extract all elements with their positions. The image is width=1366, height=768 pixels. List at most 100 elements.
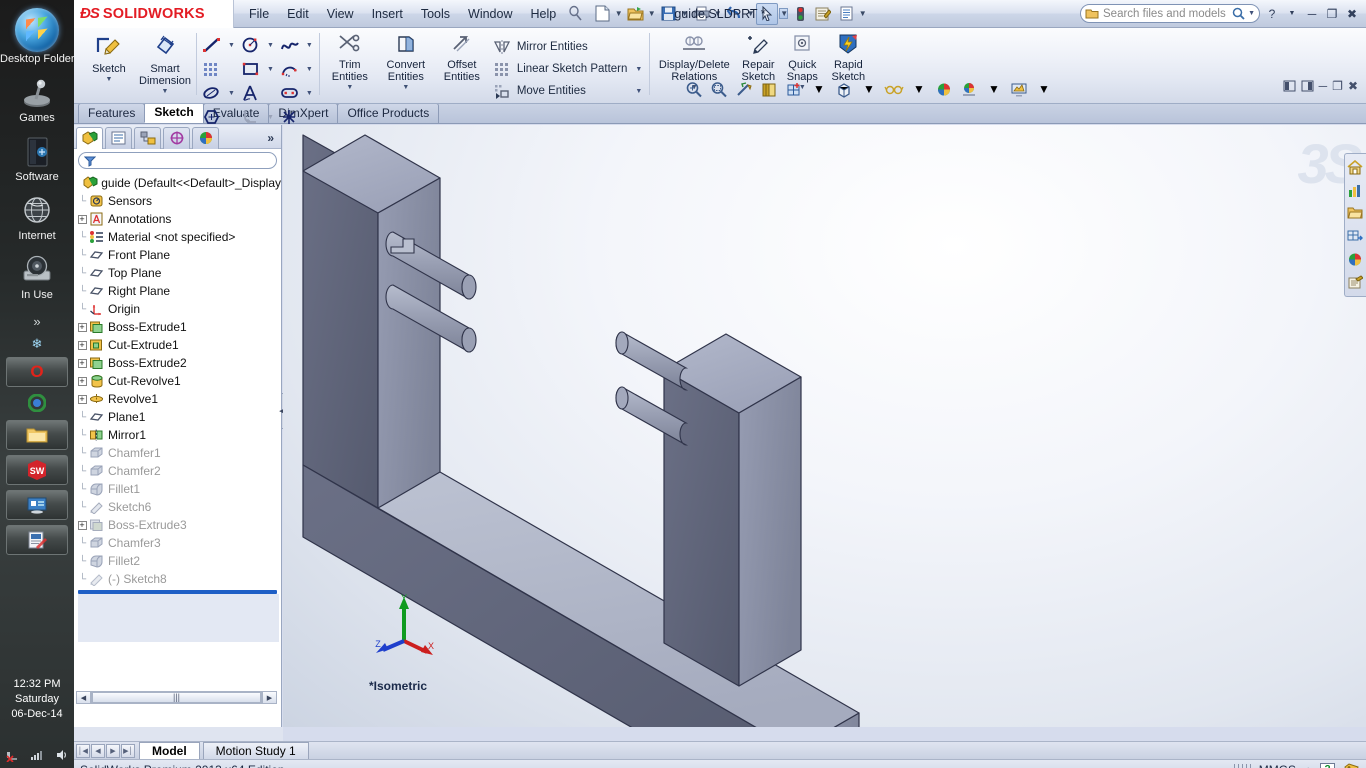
- new-document-dropdown-icon[interactable]: ▼: [614, 9, 623, 18]
- signal-bars-icon[interactable]: [30, 749, 44, 761]
- desktop-item-software[interactable]: Software: [0, 134, 74, 183]
- tree-expander[interactable]: +: [76, 322, 88, 333]
- menu-insert[interactable]: Insert: [363, 3, 412, 25]
- linear-sketch-pattern-row[interactable]: Linear Sketch Pattern ▼: [490, 58, 647, 80]
- search-input[interactable]: Search files and models ▼: [1080, 4, 1260, 23]
- tree-item-annotations[interactable]: + Annotations: [76, 210, 281, 228]
- last-tab-button[interactable]: ▶│: [121, 743, 135, 758]
- dimxpert-manager-tab[interactable]: [163, 126, 190, 149]
- tree-item-cut-extrude1[interactable]: + Cut-Extrude1: [76, 336, 281, 354]
- section-view-icon[interactable]: [757, 78, 781, 100]
- circle-dropdown-icon[interactable]: ▼: [264, 42, 277, 49]
- rectangle-tool[interactable]: ▼: [238, 58, 277, 80]
- tab-features[interactable]: Features: [78, 103, 146, 123]
- sketch-text-tool[interactable]: [238, 82, 277, 104]
- next-tab-button[interactable]: ▶: [106, 743, 120, 758]
- configuration-manager-tab[interactable]: [134, 126, 161, 149]
- circle-tool[interactable]: ▼: [238, 34, 277, 56]
- undo-dropdown-icon[interactable]: ▼: [746, 9, 755, 18]
- edit-appearance-icon[interactable]: [932, 78, 956, 100]
- view-orientation-icon[interactable]: [782, 78, 806, 100]
- solidworks-resources-icon[interactable]: [1345, 156, 1365, 178]
- spline-dropdown-icon[interactable]: ▼: [303, 42, 316, 49]
- guide-part-3d-model[interactable]: [283, 125, 1366, 727]
- chrome-taskbar-icon[interactable]: [0, 393, 74, 415]
- menu-help[interactable]: Help: [522, 3, 566, 25]
- expand-plus-icon[interactable]: +: [77, 322, 87, 332]
- tree-item-chamfer2[interactable]: └ Chamfer2: [76, 462, 281, 480]
- scroll-right-arrow-icon[interactable]: ▶: [262, 691, 277, 704]
- open-document-dropdown-icon[interactable]: ▼: [647, 9, 656, 18]
- display-style-icon[interactable]: [832, 78, 856, 100]
- expand-plus-icon[interactable]: +: [77, 340, 87, 350]
- rectangle-dropdown-icon[interactable]: ▼: [264, 66, 277, 73]
- tree-item-root[interactable]: guide (Default<<Default>_Display: [76, 174, 281, 192]
- apply-scene-icon[interactable]: [957, 78, 981, 100]
- trim-entities-button[interactable]: Trim Entities ▼: [322, 30, 378, 91]
- desktop-item-internet[interactable]: Internet: [0, 193, 74, 242]
- presentation-taskbar-icon[interactable]: [6, 490, 68, 520]
- scrollbar-thumb[interactable]: |||: [92, 692, 261, 703]
- line-dropdown-icon[interactable]: ▼: [225, 42, 238, 49]
- sketch-button-caret-icon[interactable]: ▼: [81, 76, 137, 83]
- tree-item-sketch8[interactable]: └ (-) Sketch8: [76, 570, 281, 588]
- convert-entities-button[interactable]: Convert Entities ▼: [378, 30, 434, 91]
- expand-plus-icon[interactable]: +: [77, 394, 87, 404]
- tree-expander[interactable]: +: [76, 520, 88, 531]
- line-tool[interactable]: ▼: [199, 34, 238, 56]
- ellipse-tool[interactable]: ▼: [199, 82, 238, 104]
- select-arrow-icon[interactable]: [756, 2, 779, 25]
- tab-model[interactable]: Model: [139, 741, 200, 760]
- trim-entities-caret-icon[interactable]: ▼: [322, 84, 378, 91]
- menu-window[interactable]: Window: [459, 3, 521, 25]
- save-icon[interactable]: [657, 3, 679, 25]
- tree-expander[interactable]: +: [76, 376, 88, 387]
- tree-expander[interactable]: +: [76, 358, 88, 369]
- tree-item-fillet2[interactable]: └ Fillet2: [76, 552, 281, 570]
- dock-expand-chevron-icon[interactable]: »: [0, 315, 74, 328]
- search-icon[interactable]: [1232, 7, 1245, 20]
- repair-sketch-button[interactable]: Repair Sketch: [736, 30, 780, 83]
- display-style-dropdown-icon[interactable]: ▼: [857, 78, 881, 100]
- opera-taskbar-icon[interactable]: O: [6, 357, 68, 387]
- feature-tree-horizontal-scrollbar[interactable]: ◀ ||| ▶: [76, 690, 277, 705]
- print-icon[interactable]: [690, 3, 712, 25]
- new-document-icon[interactable]: [591, 3, 613, 25]
- options-icon[interactable]: [812, 3, 834, 25]
- feature-tree-tab[interactable]: [76, 126, 103, 149]
- hide-show-items-dropdown-icon[interactable]: ▼: [907, 78, 931, 100]
- select-dropdown-icon[interactable]: ▼: [779, 8, 789, 19]
- tree-item-chamfer3[interactable]: └ Chamfer3: [76, 534, 281, 552]
- previous-tab-button[interactable]: ◀: [91, 743, 105, 758]
- smart-dimension-button[interactable]: Smart Dimension ▼: [137, 30, 193, 95]
- unit-system-label[interactable]: MMGS: [1259, 763, 1296, 768]
- tab-office-products[interactable]: Office Products: [337, 103, 440, 123]
- expand-plus-icon[interactable]: +: [77, 520, 87, 530]
- tree-item-chamfer1[interactable]: └ Chamfer1: [76, 444, 281, 462]
- expand-plus-icon[interactable]: +: [77, 376, 87, 386]
- tree-item-mirror1[interactable]: └ Mirror1: [76, 426, 281, 444]
- tile-right-icon[interactable]: [1301, 80, 1314, 92]
- pin-menu-icon[interactable]: [567, 5, 585, 23]
- status-help-icon[interactable]: ?: [1320, 762, 1335, 768]
- desktop-item-games[interactable]: Games: [0, 75, 74, 124]
- offset-entities-button[interactable]: Offset Entities: [434, 30, 490, 83]
- move-entities-dropdown-icon[interactable]: ▼: [627, 88, 642, 95]
- zoom-to-fit-icon[interactable]: [682, 78, 706, 100]
- tree-item-material[interactable]: └ Material <not specified>: [76, 228, 281, 246]
- tree-item-boss-extrude3[interactable]: + Boss-Extrude3: [76, 516, 281, 534]
- tree-item-plane1[interactable]: └ Plane1: [76, 408, 281, 426]
- minimize-document-button[interactable]: ─: [1319, 79, 1328, 93]
- menu-tools[interactable]: Tools: [412, 3, 459, 25]
- solidworks-taskbar-icon[interactable]: SW: [6, 455, 68, 485]
- scroll-left-arrow-icon[interactable]: ◀: [76, 691, 91, 704]
- tree-item-right-plane[interactable]: └ Right Plane: [76, 282, 281, 300]
- view-palette-icon[interactable]: [1345, 225, 1365, 247]
- design-library-icon[interactable]: [1345, 179, 1365, 201]
- view-settings-icon[interactable]: [1007, 78, 1031, 100]
- arc-dropdown-icon[interactable]: ▼: [303, 66, 316, 73]
- print-dropdown-icon[interactable]: ▼: [713, 9, 722, 18]
- previous-view-icon[interactable]: [732, 78, 756, 100]
- minimize-window-button[interactable]: ─: [1304, 7, 1320, 21]
- help-icon[interactable]: ?: [1264, 7, 1280, 21]
